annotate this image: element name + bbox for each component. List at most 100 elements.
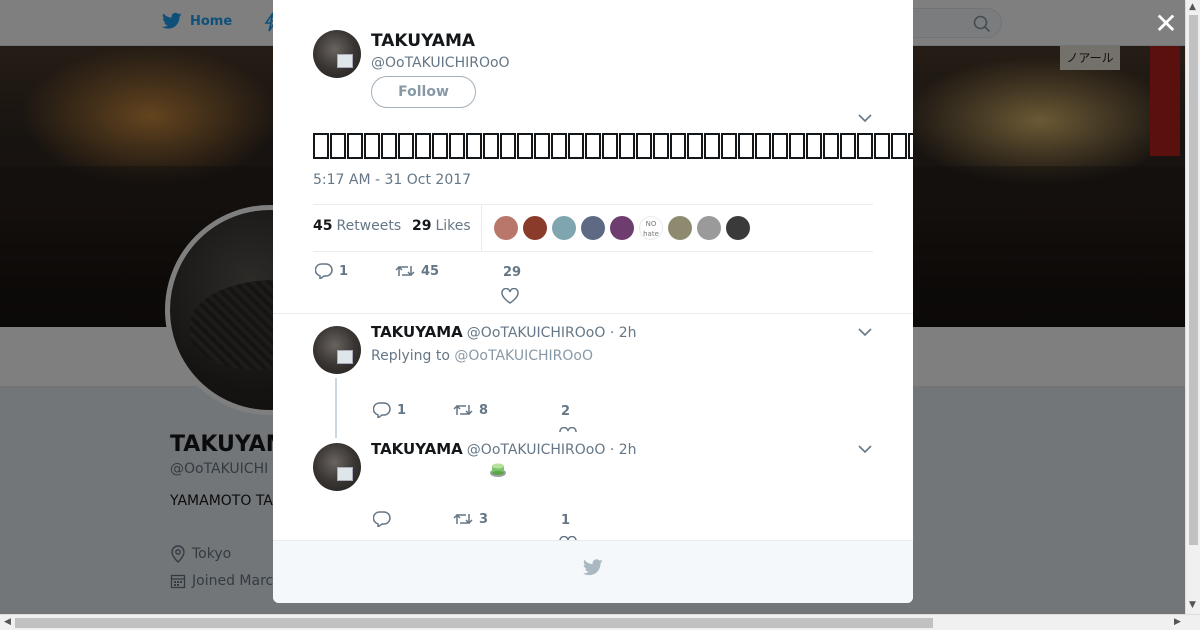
missing-glyph-box [772, 133, 788, 159]
liker-avatar[interactable] [552, 216, 576, 240]
missing-glyph-box [449, 133, 465, 159]
scroll-up-arrow-icon[interactable]: ▲ [1189, 2, 1196, 12]
reply-button[interactable] [373, 511, 391, 527]
missing-glyph-box [517, 133, 533, 159]
likes-stat[interactable]: 29 Likes [412, 218, 471, 234]
missing-glyph-box [891, 133, 907, 159]
missing-glyph-box [602, 133, 618, 159]
liker-avatar[interactable] [697, 216, 721, 240]
retweets-label: Retweets [336, 218, 402, 234]
missing-glyph-box [857, 133, 873, 159]
missing-glyph-box [381, 133, 397, 159]
missing-glyph-box [619, 133, 635, 159]
missing-glyph-box [840, 133, 856, 159]
chevron-down-icon[interactable] [858, 444, 872, 454]
liker-avatar[interactable] [494, 216, 518, 240]
chevron-down-icon[interactable] [858, 113, 872, 123]
liker-avatar[interactable] [523, 216, 547, 240]
follow-button[interactable]: Follow [371, 76, 476, 108]
reply-author-handle: @OoTAKUICHIROoO · 2h [466, 442, 637, 458]
missing-glyph-box [466, 133, 482, 159]
missing-glyph-box [636, 133, 652, 159]
missing-glyph-box [704, 133, 720, 159]
retweet-button[interactable]: 3 [453, 511, 488, 527]
reply-author-name: TAKUYAMA [371, 440, 463, 458]
retweets-stat[interactable]: 45 Retweets [313, 218, 401, 234]
missing-glyph-box [789, 133, 805, 159]
retweet-icon [453, 404, 473, 416]
scroll-left-arrow-icon[interactable]: ◀ [4, 617, 11, 627]
close-icon[interactable]: ✕ [1154, 10, 1178, 38]
liker-avatar[interactable] [581, 216, 605, 240]
missing-glyph-box [483, 133, 499, 159]
missing-glyph-box [415, 133, 431, 159]
missing-glyph-box [313, 133, 329, 159]
vertical-scrollbar[interactable]: ▲ ▼ [1185, 0, 1200, 614]
liker-avatar[interactable]: NO hate [639, 216, 663, 240]
replying-to: Replying to @OoTAKUICHIROoO [371, 348, 593, 364]
tweet-author-name[interactable]: TAKUYAMA [371, 31, 475, 51]
heart-icon[interactable] [559, 427, 577, 432]
liker-avatar[interactable] [726, 216, 750, 240]
retweet-count: 3 [479, 511, 489, 527]
reply-author-avatar[interactable] [313, 326, 361, 374]
reply-button[interactable]: 1 [315, 263, 348, 279]
tweet-permalink-modal: TAKUYAMA @OoTAKUICHIROoO Follow 5:17 AM … [273, 0, 913, 603]
tweet-text [313, 128, 913, 161]
retweet-icon [453, 513, 473, 525]
missing-glyph-box [738, 133, 754, 159]
missing-glyph-box [687, 133, 703, 159]
heart-icon[interactable] [501, 288, 519, 304]
retweet-icon [395, 265, 415, 277]
missing-glyph-box [568, 133, 584, 159]
reply-author-name: TAKUYAMA [371, 323, 463, 341]
likes-count: 29 [412, 218, 432, 234]
thread-connector [335, 378, 337, 438]
liker-avatar[interactable] [610, 216, 634, 240]
horizontal-scroll-thumb[interactable] [15, 618, 933, 628]
cake-emoji-icon [490, 463, 506, 477]
scroll-down-arrow-icon[interactable]: ▼ [1189, 600, 1196, 610]
thread-divider [273, 313, 913, 314]
scroll-right-arrow-icon[interactable]: ▶ [1174, 617, 1181, 627]
likes-label: Likes [435, 218, 471, 234]
missing-glyph-box [432, 133, 448, 159]
reply-count: 1 [397, 402, 407, 418]
reply-icon [373, 511, 391, 527]
replying-prefix: Replying to [371, 348, 450, 364]
reply-author[interactable]: TAKUYAMA @OoTAKUICHIROoO · 2h [371, 323, 637, 341]
reply-icon [315, 263, 333, 279]
tweet-stats: 45 Retweets 29 Likes NO hate [313, 204, 873, 252]
retweet-button[interactable]: 8 [453, 402, 488, 418]
tweet-author-avatar[interactable] [313, 30, 361, 78]
like-count: 29 [503, 265, 522, 280]
retweet-button[interactable]: 45 [395, 263, 439, 279]
liker-avatar[interactable] [668, 216, 692, 240]
tweet-timestamp[interactable]: 5:17 AM - 31 Oct 2017 [313, 172, 471, 188]
twitter-bird-icon [583, 559, 603, 576]
reply-count: 1 [339, 263, 349, 279]
missing-glyph-box [330, 133, 346, 159]
stats-divider [481, 205, 482, 251]
vertical-scroll-thumb[interactable] [1189, 15, 1198, 545]
retweet-count: 45 [421, 263, 440, 279]
chevron-down-icon[interactable] [858, 327, 872, 337]
reply-author-avatar[interactable] [313, 443, 361, 491]
missing-glyph-box [347, 133, 363, 159]
missing-glyph-box [398, 133, 414, 159]
reply-author[interactable]: TAKUYAMA @OoTAKUICHIROoO · 2h [371, 440, 637, 458]
reply-button[interactable]: 1 [373, 402, 406, 418]
tweet-author-handle[interactable]: @OoTAKUICHIROoO [371, 55, 510, 71]
missing-glyph-box [670, 133, 686, 159]
missing-glyph-box [653, 133, 669, 159]
reply-author-handle: @OoTAKUICHIROoO · 2h [466, 325, 637, 341]
missing-glyph-box [551, 133, 567, 159]
missing-glyph-box [721, 133, 737, 159]
replying-to-handle[interactable]: @OoTAKUICHIROoO [454, 348, 593, 364]
retweet-count: 8 [479, 402, 489, 418]
missing-glyph-box [364, 133, 380, 159]
retweets-count: 45 [313, 218, 333, 234]
horizontal-scrollbar[interactable]: ◀ ▶ [0, 614, 1200, 630]
modal-footer [273, 540, 913, 603]
like-count: 2 [561, 404, 571, 419]
